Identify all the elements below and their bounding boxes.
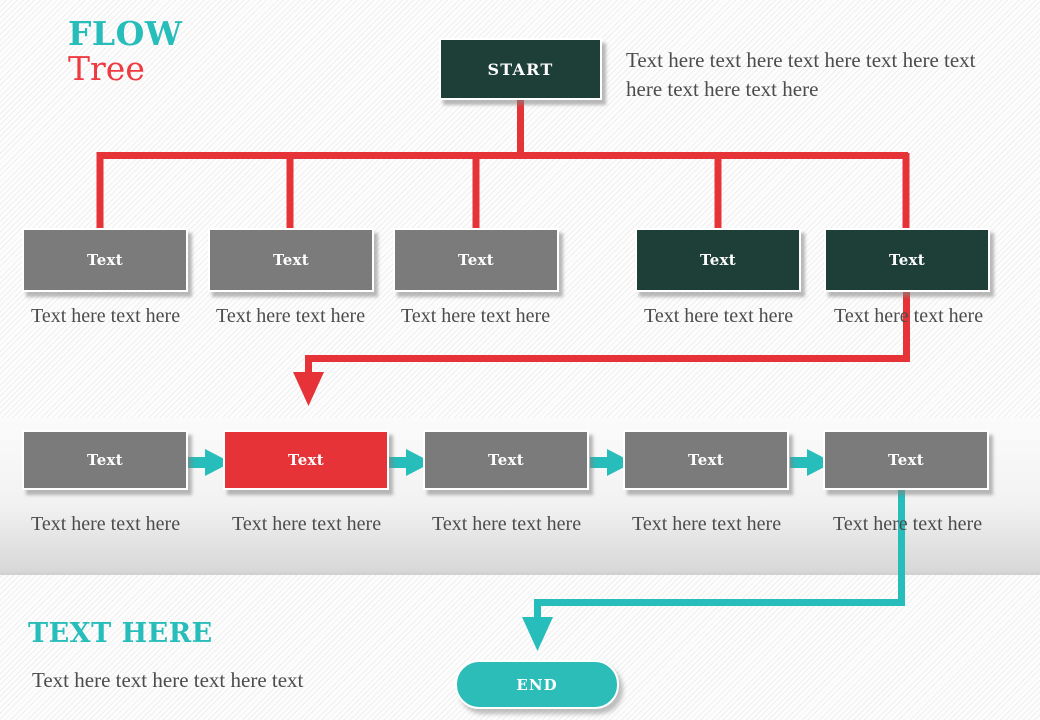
tree-node-1-label: Text — [86, 251, 124, 269]
process-node-3-label: Text — [487, 451, 525, 469]
title-line-flow: FLOW — [68, 14, 183, 53]
tree-node-3[interactable]: Text — [393, 228, 559, 292]
bottom-paragraph: Text here text here text here text — [32, 668, 304, 692]
process-node-1-caption: Text here text here — [31, 513, 181, 535]
tree-node-3-caption: Text here text here — [401, 305, 551, 327]
tree-node-4-caption: Text here text here — [644, 305, 794, 327]
process-node-2-label: Text — [287, 451, 325, 469]
process-node-4-label: Text — [687, 451, 725, 469]
tree-node-4[interactable]: Text — [635, 228, 801, 292]
process-node-4[interactable]: Text — [623, 430, 789, 490]
page-title: FLOW Tree — [68, 16, 182, 87]
process-node-3-caption: Text here text here — [432, 513, 582, 535]
end-node[interactable]: END — [455, 660, 619, 709]
process-node-2[interactable]: Text — [223, 430, 389, 490]
process-node-1[interactable]: Text — [22, 430, 188, 490]
tree-node-1[interactable]: Text — [22, 228, 188, 292]
process-node-3[interactable]: Text — [423, 430, 589, 490]
tree-node-2-label: Text — [272, 251, 310, 269]
process-node-5-label: Text — [887, 451, 925, 469]
start-node[interactable]: START — [439, 38, 602, 100]
process-node-4-caption: Text here text here — [632, 513, 782, 535]
process-node-1-label: Text — [86, 451, 124, 469]
tree-node-2-caption: Text here text here — [216, 305, 366, 327]
tree-node-5-label: Text — [888, 251, 926, 269]
tree-node-5-caption: Text here text here — [834, 305, 984, 327]
tree-node-5[interactable]: Text — [824, 228, 990, 292]
flow-tree-slide: FLOW Tree Text here text here text here … — [0, 0, 1040, 720]
title-line-tree: Tree — [68, 49, 145, 88]
tree-node-1-caption: Text here text here — [31, 305, 181, 327]
process-node-5-caption: Text here text here — [833, 513, 983, 535]
tree-node-2[interactable]: Text — [208, 228, 374, 292]
intro-paragraph: Text here text here text here text here … — [626, 48, 976, 101]
tree-node-3-label: Text — [457, 251, 495, 269]
process-node-2-caption: Text here text here — [232, 513, 382, 535]
process-node-5[interactable]: Text — [823, 430, 989, 490]
bottom-heading: TEXT HERE — [28, 618, 213, 649]
connector-lines — [96, 100, 910, 651]
start-node-label: START — [487, 59, 554, 79]
tree-node-4-label: Text — [699, 251, 737, 269]
end-node-label: END — [516, 675, 558, 694]
